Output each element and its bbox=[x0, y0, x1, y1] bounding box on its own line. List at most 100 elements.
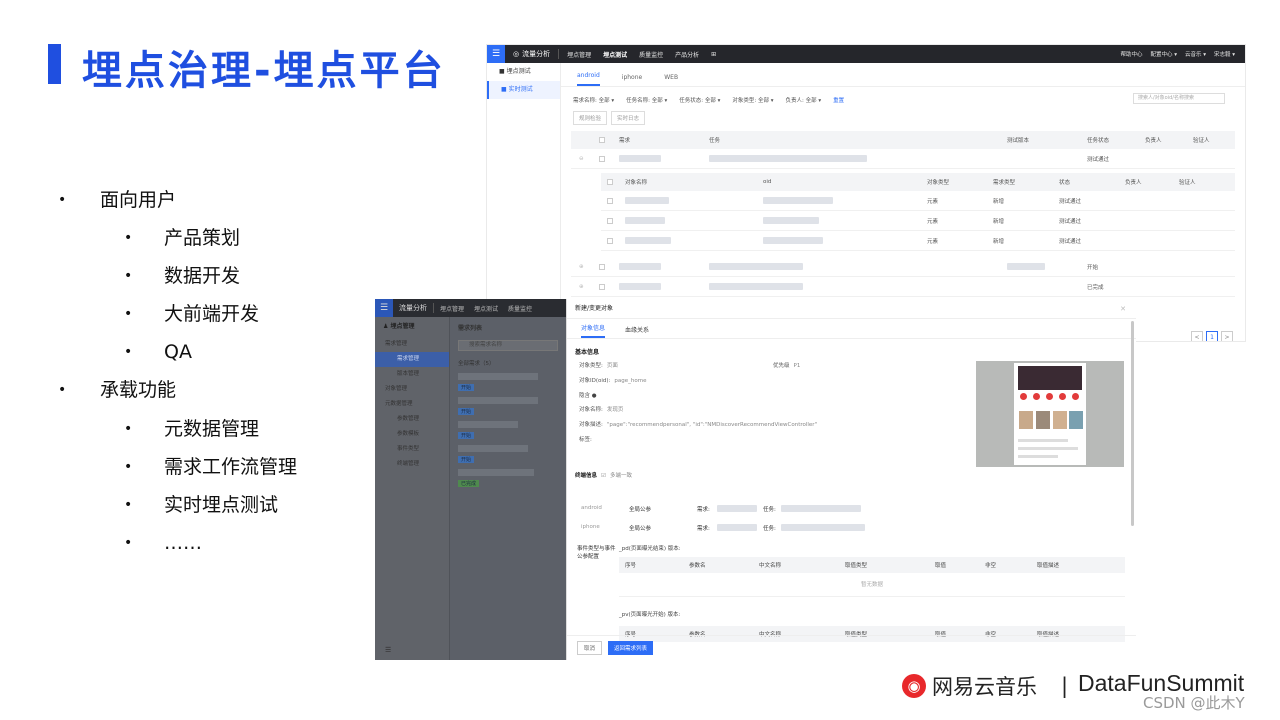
reset-link[interactable]: 重置 bbox=[833, 96, 844, 104]
rule-check-button[interactable]: 规则检验 bbox=[573, 111, 608, 125]
filter-object-type[interactable]: 对象类型: 全部 ▾ bbox=[732, 96, 773, 104]
nav-item-tracking-test[interactable]: 埋点测试 bbox=[474, 304, 498, 313]
cancel-button[interactable]: 取消 bbox=[577, 641, 603, 655]
platform-screenshot-manage: ☰ 流量分析 埋点管理 埋点测试 质量监控 ♟ 埋点管理 需求管理 需求管理 版本管… bbox=[375, 299, 566, 660]
status-badge: 已完成 bbox=[458, 480, 480, 487]
sidebar-item-label: 参数模板 bbox=[397, 431, 420, 437]
sub-select-all-checkbox[interactable] bbox=[607, 179, 613, 185]
tab-object-info[interactable]: 对象信息 bbox=[581, 323, 606, 338]
table-row[interactable]: ⊕ 已完成 bbox=[571, 277, 1235, 297]
sidebar-item[interactable]: 版本管理 bbox=[375, 367, 449, 382]
field-value[interactable]: 发现页 bbox=[607, 407, 624, 413]
field-value[interactable]: "page":"recommendpersonal", "id":"NMDisc… bbox=[607, 422, 817, 428]
bullet-text: …… bbox=[164, 532, 202, 554]
sub-table-row[interactable]: 元素 新增 测试通过 bbox=[601, 231, 1235, 251]
nav-item-quality[interactable]: 质量监控 bbox=[508, 304, 532, 313]
sidebar-item[interactable]: 事件类型 bbox=[375, 442, 449, 457]
event-pd-label: _pd(页面曝光结束) 版本: bbox=[619, 546, 681, 552]
sidebar-item[interactable]: 参数模板 bbox=[375, 427, 449, 442]
sidebar-item-test[interactable]: ■ 埋点测试 bbox=[487, 63, 560, 81]
back-to-list-button[interactable]: 返回需求列表 bbox=[608, 641, 654, 655]
page-1-button[interactable]: 1 bbox=[1206, 331, 1218, 341]
sidebar-item[interactable]: 参数管理 bbox=[375, 412, 449, 427]
nav-product-switch[interactable]: 云音乐 ▾ bbox=[1185, 50, 1206, 58]
nav-help[interactable]: 帮助中心 bbox=[1120, 50, 1142, 58]
bullet-marker: • bbox=[124, 268, 133, 284]
tab-lineage[interactable]: 血缘关系 bbox=[625, 325, 649, 338]
row-checkbox[interactable] bbox=[599, 283, 605, 290]
sidebar-item[interactable]: 需求管理 bbox=[375, 352, 449, 367]
row-checkbox[interactable] bbox=[599, 263, 605, 270]
collapse-icon[interactable]: ☰ bbox=[385, 646, 391, 654]
terminal-name: android bbox=[581, 505, 602, 511]
nav-config[interactable]: 配置中心 ▾ bbox=[1150, 50, 1177, 58]
search-input[interactable]: 搜索人/对象oid/名称搜索 bbox=[1133, 93, 1225, 104]
nav-user[interactable]: 宋志毅 ▾ bbox=[1214, 50, 1235, 58]
sidebar-item[interactable]: 元数据管理 bbox=[375, 397, 449, 412]
tab-iphone[interactable]: iphone bbox=[622, 74, 642, 86]
select-all-checkbox[interactable] bbox=[599, 137, 605, 143]
expand-icon[interactable]: ⊕ bbox=[579, 277, 584, 296]
prev-page-button[interactable]: < bbox=[1191, 331, 1203, 341]
table-row[interactable]: ⊖ 测试通过 bbox=[571, 149, 1235, 169]
row-checkbox[interactable] bbox=[599, 155, 605, 162]
dialog-tabs: 对象信息 血缘关系 bbox=[567, 319, 1136, 339]
sidebar-item-label: 版本管理 bbox=[397, 371, 420, 377]
checkbox-icon[interactable]: ☑ bbox=[601, 473, 606, 479]
info-icon: ● bbox=[590, 393, 597, 399]
scrollbar[interactable] bbox=[1131, 321, 1134, 526]
sub-table-row[interactable]: 元素 新增 测试通过 bbox=[601, 191, 1235, 211]
menu-icon[interactable]: ☰ bbox=[375, 299, 393, 317]
filter-task-status[interactable]: 任务状态: 全部 ▾ bbox=[679, 96, 720, 104]
realtime-log-button[interactable]: 实时日志 bbox=[611, 111, 646, 125]
expand-icon[interactable]: ⊖ bbox=[579, 149, 584, 168]
field-value[interactable]: 页面 bbox=[607, 363, 618, 369]
list-item[interactable]: 开始 bbox=[458, 445, 558, 463]
sidebar-item-realtime[interactable]: ■ 实时测试 bbox=[487, 81, 560, 99]
tab-web[interactable]: WEB bbox=[664, 74, 678, 86]
grid-icon[interactable]: ⊞ bbox=[711, 51, 716, 58]
nav-item-quality[interactable]: 质量监控 bbox=[639, 50, 663, 59]
nav-item-tracking-test[interactable]: 埋点测试 bbox=[603, 50, 627, 59]
filter-task[interactable]: 任务名称: 全部 ▾ bbox=[626, 96, 667, 104]
row-status: 已完成 bbox=[1087, 284, 1104, 291]
tab-android[interactable]: android bbox=[577, 72, 600, 86]
field-value[interactable]: page_home bbox=[614, 378, 646, 384]
list-item[interactable]: 开始 bbox=[458, 373, 558, 391]
col-object-type: 对象类型 bbox=[927, 180, 950, 186]
nav-item-tracking-manage[interactable]: 埋点管理 bbox=[567, 50, 591, 59]
col-version: 测试版本 bbox=[1007, 138, 1030, 144]
row-checkbox[interactable] bbox=[607, 237, 613, 244]
requirement-list: 需求列表 搜索需求名称 全部需求（5） 开始 开始 开始 开始 已完成 bbox=[450, 317, 566, 660]
sidebar-item[interactable]: 终端管理 bbox=[375, 457, 449, 472]
list-item[interactable]: 开始 bbox=[458, 421, 558, 439]
sidebar-item[interactable]: 需求管理 bbox=[375, 337, 449, 352]
search-input[interactable]: 搜索需求名称 bbox=[458, 340, 558, 351]
page-screenshot-preview[interactable] bbox=[976, 361, 1124, 467]
netease-music-logo: ◉ 网易云音乐 bbox=[902, 671, 1037, 701]
expand-icon[interactable]: ⊕ bbox=[579, 257, 584, 276]
event-pd-table: 序号 参数名 中文名称 取值类型 取值 非空 取值描述 暂无数据 bbox=[619, 557, 1125, 597]
brand-label: 流量分析 bbox=[399, 304, 427, 312]
filter-requirement[interactable]: 需求名称: 全部 ▾ bbox=[573, 96, 614, 104]
bullet-text: 承载功能 bbox=[100, 379, 177, 401]
filter-owner[interactable]: 负责人: 全部 ▾ bbox=[786, 96, 822, 104]
nav-item-tracking-manage[interactable]: 埋点管理 bbox=[440, 304, 464, 313]
close-icon[interactable]: ✕ bbox=[1120, 299, 1126, 319]
multi-end-label: 多端一致 bbox=[609, 473, 632, 479]
sidebar-item[interactable]: 对象管理 bbox=[375, 382, 449, 397]
row-checkbox[interactable] bbox=[607, 197, 613, 204]
row-checkbox[interactable] bbox=[607, 217, 613, 224]
row-req-type: 新增 bbox=[993, 238, 1005, 245]
nav-item-product[interactable]: 产品分析 bbox=[675, 50, 699, 59]
next-page-button[interactable]: > bbox=[1221, 331, 1233, 341]
col-not-null: 非空 bbox=[985, 563, 997, 569]
list-item[interactable]: 开始 bbox=[458, 397, 558, 415]
field-value[interactable]: P1 bbox=[794, 363, 801, 369]
menu-icon[interactable]: ☰ bbox=[487, 45, 505, 63]
list-item[interactable]: 已完成 bbox=[458, 469, 558, 487]
sub-table-row[interactable]: 元素 新增 测试通过 bbox=[601, 211, 1235, 231]
bullet-text: 数据开发 bbox=[164, 265, 241, 287]
table-row[interactable]: ⊕ 开始 bbox=[571, 257, 1235, 277]
redacted-text bbox=[781, 524, 865, 531]
